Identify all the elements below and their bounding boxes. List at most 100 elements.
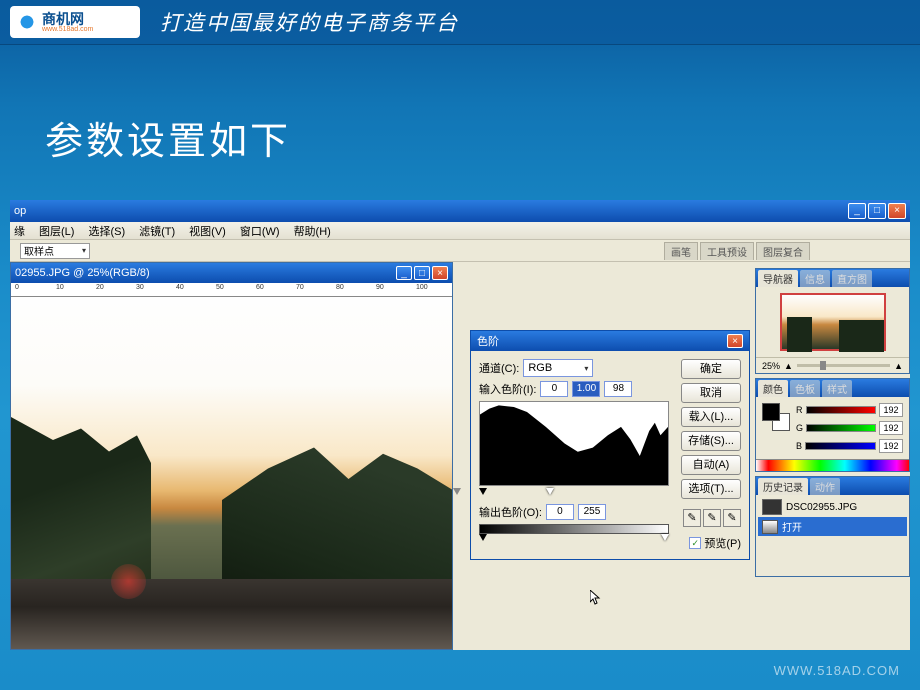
menu-item[interactable]: 帮助(H) <box>294 223 331 239</box>
zoom-out-icon[interactable]: ▲ <box>784 361 793 371</box>
black-eyedropper-icon[interactable]: ✎ <box>683 509 701 527</box>
image-road <box>11 579 452 649</box>
output-black-slider-icon[interactable] <box>479 534 487 541</box>
cancel-button[interactable]: 取消 <box>681 383 741 403</box>
white-eyedropper-icon[interactable]: ✎ <box>723 509 741 527</box>
app-titlebar[interactable]: op _ □ × <box>10 200 910 222</box>
zoom-value[interactable]: 25% <box>762 361 780 371</box>
output-white-field[interactable]: 255 <box>578 504 606 520</box>
options-bar: 取样点 画笔 工具预设 图层复合 <box>10 240 910 262</box>
red-slider[interactable] <box>806 406 877 414</box>
maximize-button[interactable]: □ <box>868 203 886 219</box>
dock-tab-presets[interactable]: 工具预设 <box>700 242 754 260</box>
dock-tab-comps[interactable]: 图层复合 <box>756 242 810 260</box>
tab-navigator[interactable]: 导航器 <box>758 270 798 287</box>
preview-checkbox[interactable]: ✓ 预览(P) <box>681 535 741 551</box>
logo-name-cn: 商机网 <box>42 12 93 26</box>
channel-label: 通道(C): <box>479 360 519 376</box>
close-button[interactable]: × <box>888 203 906 219</box>
zoom-in-icon[interactable]: ▲ <box>894 361 903 371</box>
save-button[interactable]: 存储(S)... <box>681 431 741 451</box>
doc-maximize-button[interactable]: □ <box>414 266 430 280</box>
horizontal-ruler: 0 10 20 30 40 50 60 70 80 90 100 <box>11 283 452 297</box>
site-header: 商机网 www.518ad.com 打造中国最好的电子商务平台 <box>0 0 920 45</box>
output-black-field[interactable]: 0 <box>546 504 574 520</box>
foreground-background-swatch[interactable] <box>762 403 790 431</box>
dock-tab-brushes[interactable]: 画笔 <box>664 242 698 260</box>
output-gradient <box>479 524 669 534</box>
tab-color[interactable]: 颜色 <box>758 380 788 397</box>
tab-history[interactable]: 历史记录 <box>758 478 808 495</box>
output-levels-label: 输出色阶(O): <box>479 504 542 520</box>
color-panel: 颜色 色板 样式 R192 G192 B192 <box>755 378 910 472</box>
menu-item[interactable]: 滤镜(T) <box>139 223 175 239</box>
tab-actions[interactable]: 动作 <box>810 478 840 495</box>
dialog-close-button[interactable]: × <box>727 334 743 348</box>
history-thumb-icon <box>762 499 782 515</box>
app-title: op <box>14 205 26 217</box>
input-highlight-field[interactable]: 98 <box>604 381 632 397</box>
logo-icon <box>16 11 38 33</box>
gray-eyedropper-icon[interactable]: ✎ <box>703 509 721 527</box>
g-label: G <box>796 423 803 433</box>
menu-item[interactable]: 选择(S) <box>88 223 125 239</box>
shadow-slider-icon[interactable] <box>479 488 487 495</box>
checkbox-icon: ✓ <box>689 537 701 549</box>
input-shadow-field[interactable]: 0 <box>540 381 568 397</box>
tab-styles[interactable]: 样式 <box>822 380 852 397</box>
input-levels-label: 输入色阶(I): <box>479 381 536 397</box>
ok-button[interactable]: 确定 <box>681 359 741 379</box>
tab-info[interactable]: 信息 <box>800 270 830 287</box>
blue-value[interactable]: 192 <box>879 439 903 453</box>
highlight-slider-icon[interactable] <box>546 488 554 495</box>
dialog-titlebar[interactable]: 色阶 × <box>471 331 749 351</box>
navigator-thumbnail[interactable] <box>780 293 886 351</box>
red-value[interactable]: 192 <box>879 403 903 417</box>
options-button[interactable]: 选项(T)... <box>681 479 741 499</box>
color-spectrum[interactable] <box>756 459 909 471</box>
dialog-title: 色阶 <box>477 333 499 349</box>
panels-dock: 导航器 信息 直方图 25% ▲ ▲ 颜色 色板 样式 <box>755 268 910 577</box>
photoshop-window: op _ □ × 缘 图层(L) 选择(S) 滤镜(T) 视图(V) 窗口(W)… <box>10 200 910 650</box>
footer-url: WWW.518AD.COM <box>774 663 900 678</box>
menu-item[interactable]: 图层(L) <box>39 223 74 239</box>
load-button[interactable]: 载入(L)... <box>681 407 741 427</box>
histogram-display <box>479 401 669 486</box>
tab-histogram[interactable]: 直方图 <box>832 270 872 287</box>
history-source[interactable]: DSC02955.JPG <box>758 497 907 517</box>
input-gamma-field[interactable]: 1.00 <box>572 381 600 397</box>
history-panel: 历史记录 动作 DSC02955.JPG 打开 <box>755 476 910 577</box>
image-flare <box>111 564 146 599</box>
tab-swatches[interactable]: 色板 <box>790 380 820 397</box>
green-value[interactable]: 192 <box>879 421 903 435</box>
tool-preset-dropdown[interactable]: 取样点 <box>20 243 90 259</box>
output-slider[interactable] <box>479 534 669 542</box>
foreground-color-icon[interactable] <box>762 403 780 421</box>
app-menubar: 缘 图层(L) 选择(S) 滤镜(T) 视图(V) 窗口(W) 帮助(H) <box>10 222 910 240</box>
output-white-slider-icon[interactable] <box>661 534 669 541</box>
open-step-icon <box>762 520 778 534</box>
green-slider[interactable] <box>806 424 876 432</box>
minimize-button[interactable]: _ <box>848 203 866 219</box>
logo-name-en: www.518ad.com <box>42 26 93 33</box>
navigator-panel: 导航器 信息 直方图 25% ▲ ▲ <box>755 268 910 374</box>
document-window: 02955.JPG @ 25%(RGB/8) _ □ × 0 10 20 30 … <box>10 262 453 650</box>
levels-dialog: 色阶 × 通道(C): RGB 输入色阶(I): 0 1.00 98 <box>470 330 750 560</box>
menu-item[interactable]: 窗口(W) <box>240 223 280 239</box>
channel-dropdown[interactable]: RGB <box>523 359 593 377</box>
doc-minimize-button[interactable]: _ <box>396 266 412 280</box>
auto-button[interactable]: 自动(A) <box>681 455 741 475</box>
input-slider[interactable] <box>479 488 669 496</box>
document-titlebar[interactable]: 02955.JPG @ 25%(RGB/8) _ □ × <box>11 263 452 283</box>
menu-item[interactable]: 视图(V) <box>189 223 226 239</box>
zoom-slider[interactable] <box>797 364 890 367</box>
doc-close-button[interactable]: × <box>432 266 448 280</box>
blue-slider[interactable] <box>805 442 876 450</box>
image-canvas[interactable] <box>11 297 452 649</box>
slide-title: 参数设置如下 <box>45 110 291 165</box>
history-step[interactable]: 打开 <box>758 517 907 536</box>
midtone-slider-icon[interactable] <box>453 488 461 495</box>
menu-item[interactable]: 缘 <box>14 223 25 239</box>
b-label: B <box>796 441 802 451</box>
site-tagline: 打造中国最好的电子商务平台 <box>160 7 459 37</box>
